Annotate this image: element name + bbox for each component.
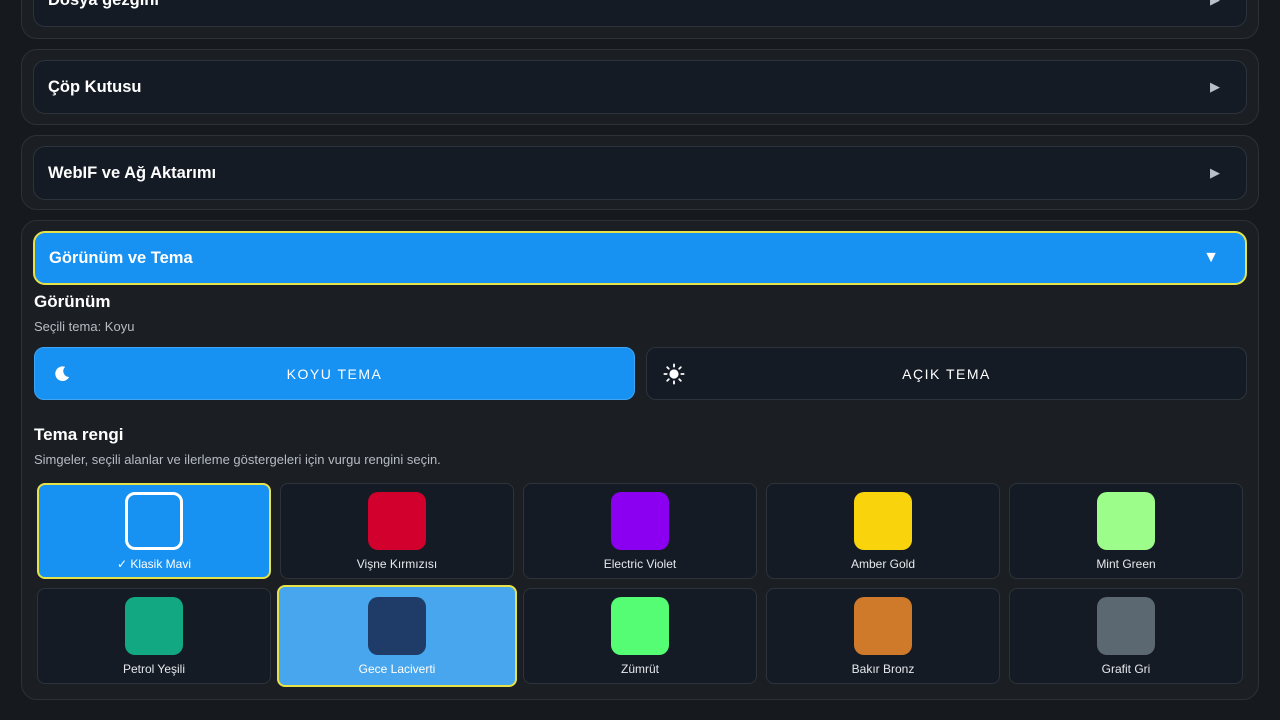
- swatch-label: ✓ Klasik Mavi: [116, 557, 192, 571]
- color-chip: [611, 492, 669, 550]
- color-chip: [611, 597, 669, 655]
- appearance-title: Görünüm ve Tema: [49, 248, 193, 267]
- swatch-zumrut[interactable]: Zümrüt: [523, 588, 757, 684]
- light-theme-button[interactable]: AÇIK TEMA: [646, 347, 1247, 400]
- color-chip: [854, 492, 912, 550]
- color-chip: [854, 597, 912, 655]
- swatch-label: Petrol Yeşili: [122, 662, 186, 676]
- trash-title: Çöp Kutusu: [48, 77, 142, 96]
- swatch-mint-green[interactable]: Mint Green: [1009, 483, 1243, 579]
- swatch-label: Mint Green: [1096, 557, 1156, 571]
- color-chip: [368, 492, 426, 550]
- trash-card: Çöp Kutusu ▶: [21, 49, 1259, 125]
- color-chip: [125, 492, 183, 550]
- theme-color-description: Simgeler, seçili alanlar ve ilerleme gös…: [34, 452, 441, 467]
- swatch-label: Amber Gold: [850, 557, 916, 571]
- swatch-label: Electric Violet: [603, 557, 677, 571]
- color-chip: [368, 597, 426, 655]
- expand-arrow-icon: ▶: [1210, 79, 1220, 94]
- swatch-klasik-mavi[interactable]: ✓ Klasik Mavi: [37, 483, 271, 579]
- webif-header[interactable]: WebIF ve Ağ Aktarımı ▶: [33, 146, 1247, 200]
- color-chip: [125, 597, 183, 655]
- color-chip: [1097, 597, 1155, 655]
- dark-theme-button[interactable]: KOYU TEMA: [34, 347, 635, 400]
- expand-arrow-icon: ▶: [1210, 0, 1220, 8]
- webif-title: WebIF ve Ağ Aktarımı: [48, 163, 217, 182]
- sun-icon: [663, 363, 685, 385]
- swatch-amber-gold[interactable]: Amber Gold: [766, 483, 1000, 579]
- appearance-card: Görünüm ve Tema ▼ Görünüm Seçili tema: K…: [21, 220, 1259, 700]
- swatch-label: Zümrüt: [620, 662, 659, 676]
- trash-header[interactable]: Çöp Kutusu ▶: [33, 60, 1247, 114]
- swatch-electric-violet[interactable]: Electric Violet: [523, 483, 757, 579]
- color-chip: [1097, 492, 1155, 550]
- file-browser-title: Dosya gezgini: [48, 0, 159, 10]
- swatch-petrol-yesili[interactable]: Petrol Yeşili: [37, 588, 271, 684]
- swatch-label: Vişne Kırmızısı: [356, 557, 438, 571]
- file-browser-header[interactable]: Dosya gezgini ▶: [33, 0, 1247, 27]
- appearance-header[interactable]: Görünüm ve Tema ▼: [33, 231, 1247, 285]
- file-browser-card: Dosya gezgini ▶: [21, 0, 1259, 39]
- swatch-gece-laciverti[interactable]: Gece Laciverti: [277, 585, 517, 687]
- selected-theme-text: Seçili tema: Koyu: [34, 319, 135, 334]
- dark-theme-label: KOYU TEMA: [286, 365, 383, 382]
- appearance-heading: Görünüm: [34, 292, 111, 311]
- swatch-bakir-bronz[interactable]: Bakır Bronz: [766, 588, 1000, 684]
- swatch-label: Gece Laciverti: [358, 662, 436, 676]
- expand-arrow-icon: ▶: [1210, 165, 1220, 180]
- moon-icon: [55, 366, 70, 382]
- swatch-label: Bakır Bronz: [851, 662, 915, 676]
- theme-color-heading: Tema rengi: [34, 425, 124, 444]
- color-swatch-grid: ✓ Klasik Mavi Vişne Kırmızısı Electric V…: [37, 483, 1245, 687]
- webif-card: WebIF ve Ağ Aktarımı ▶: [21, 135, 1259, 210]
- swatch-label: Grafit Gri: [1101, 662, 1151, 676]
- collapse-arrow-icon: ▼: [1203, 249, 1219, 266]
- light-theme-label: AÇIK TEMA: [902, 365, 991, 382]
- swatch-visne-kirmizisi[interactable]: Vişne Kırmızısı: [280, 483, 514, 579]
- swatch-grafit-gri[interactable]: Grafit Gri: [1009, 588, 1243, 684]
